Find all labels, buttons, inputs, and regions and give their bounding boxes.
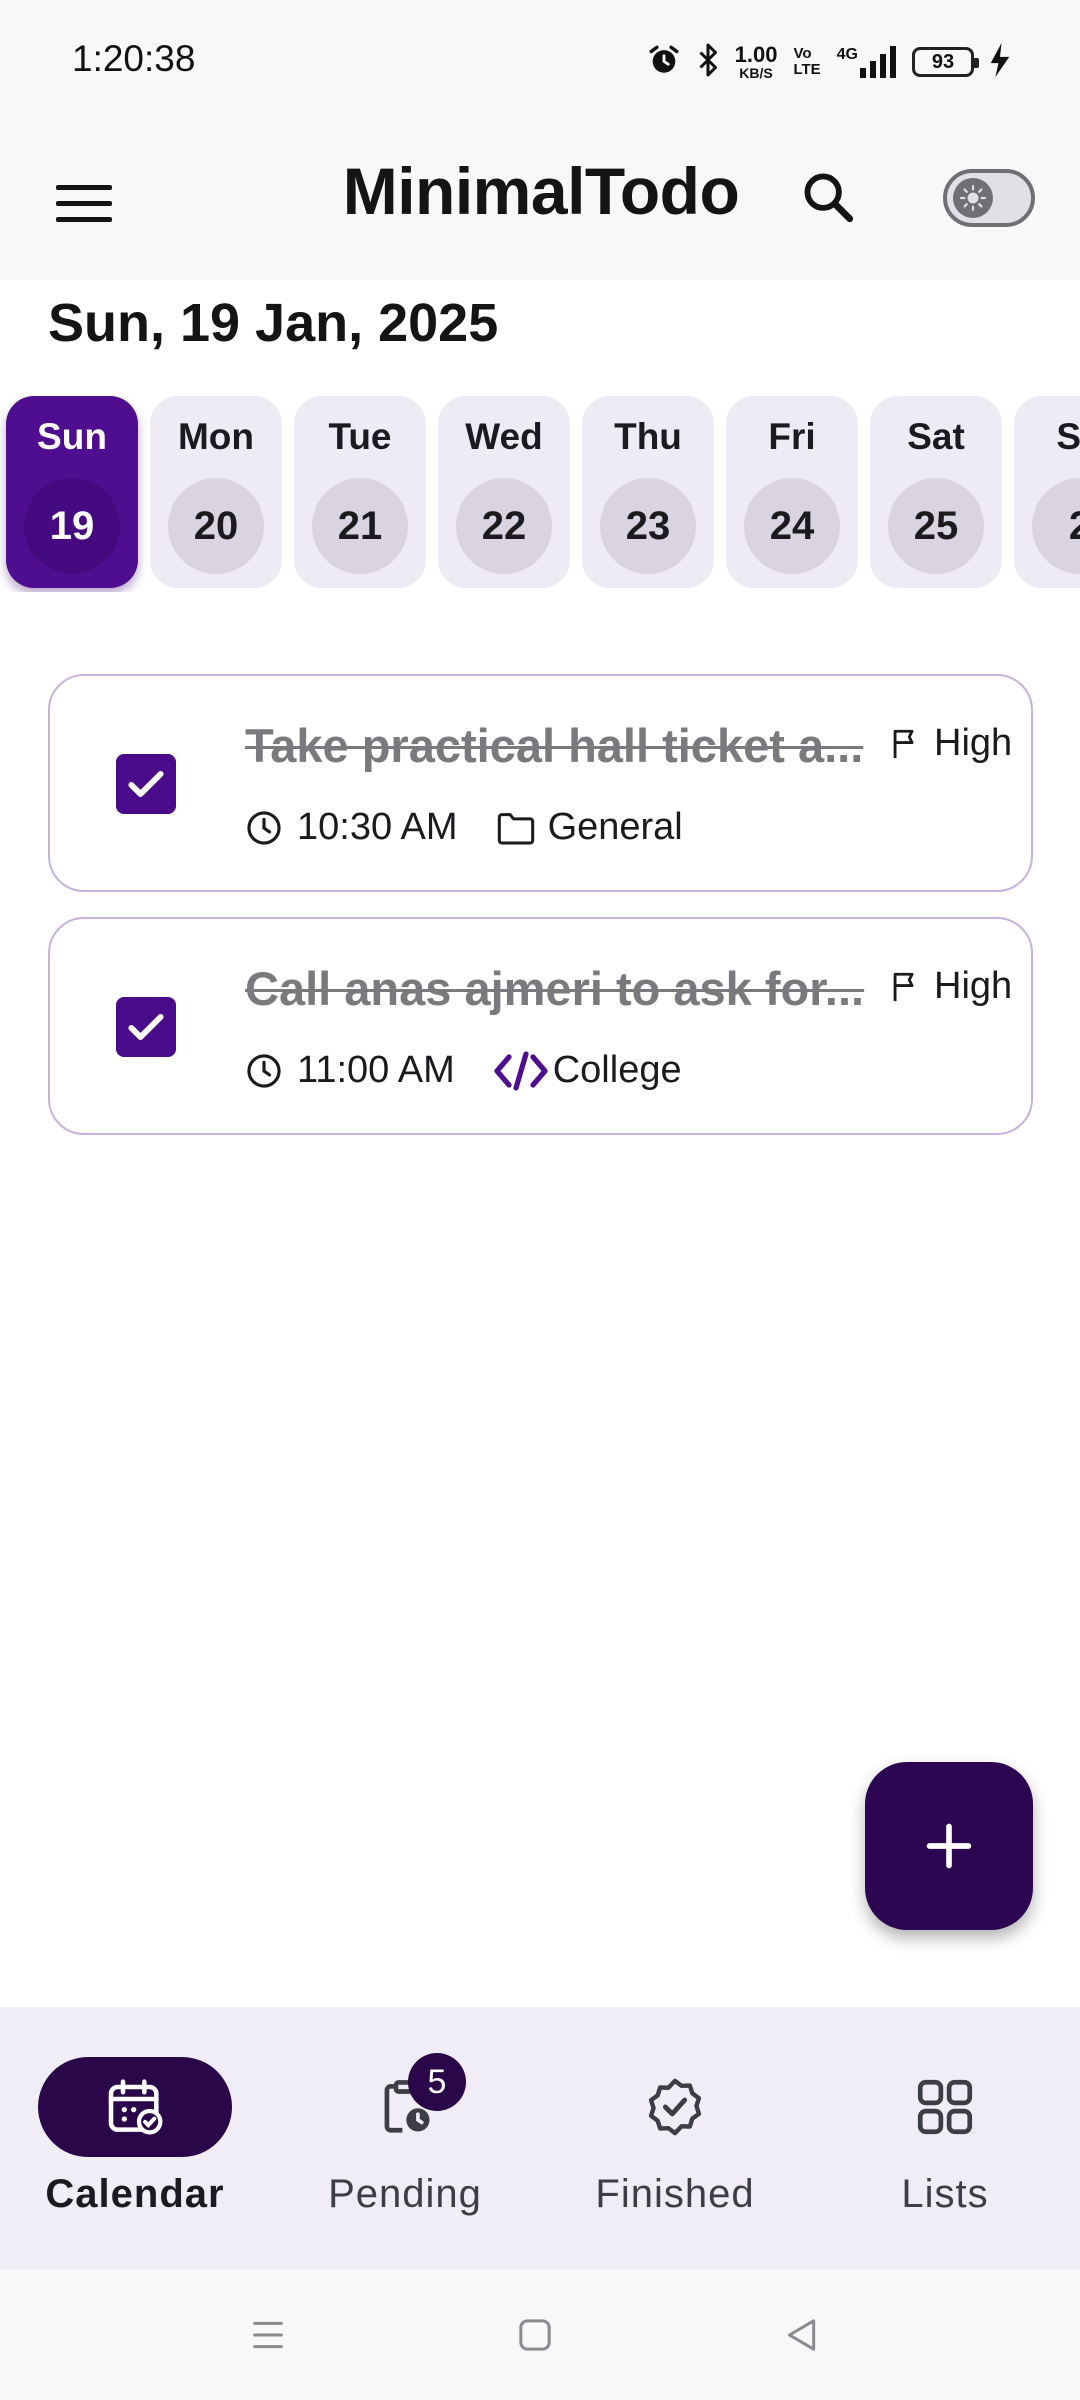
day-number: 23 xyxy=(600,478,696,574)
task-category: College xyxy=(493,1049,682,1092)
nav-label: Calendar xyxy=(45,2172,225,2216)
clock-icon xyxy=(247,810,281,845)
priority-label: High xyxy=(934,965,1013,1007)
sun-icon xyxy=(953,178,993,218)
nav-calendar[interactable]: Calendar xyxy=(0,2007,270,2270)
day-number: 19 xyxy=(24,478,120,574)
day-name: Thu xyxy=(614,416,682,457)
task-category-label: College xyxy=(552,1049,682,1091)
priority-label: High xyxy=(934,722,1013,764)
nav-label: Lists xyxy=(901,2172,989,2216)
day-name: Fri xyxy=(768,416,816,457)
check-icon xyxy=(128,770,164,798)
day-tue-21[interactable]: Tue 21 xyxy=(294,396,426,588)
day-name: Mon xyxy=(177,416,255,457)
grid-icon xyxy=(917,2079,973,2135)
bluetooth-icon xyxy=(697,42,719,83)
plus-icon xyxy=(926,1823,972,1869)
bottom-navigation: Calendar 5 Pending Finished Lists xyxy=(0,2007,1080,2270)
flag-icon xyxy=(893,729,914,758)
day-name: Sat xyxy=(907,416,965,457)
day-mon-20[interactable]: Mon 20 xyxy=(150,396,282,588)
folder-icon xyxy=(497,812,534,844)
day-number: 2 xyxy=(1032,478,1080,574)
nav-finished[interactable]: Finished xyxy=(540,2007,810,2270)
battery-indicator: 93 xyxy=(912,47,979,77)
nav-pending[interactable]: 5 Pending xyxy=(270,2007,540,2270)
volte-indicator: Vo LTE xyxy=(793,45,821,78)
app-title: MinimalTodo xyxy=(342,154,740,228)
clock-icon xyxy=(247,1053,281,1088)
alarm-icon xyxy=(647,42,681,83)
day-number: 20 xyxy=(168,478,264,574)
verified-badge-icon xyxy=(648,2078,702,2136)
task-category-label: General xyxy=(547,806,683,848)
task-meta: 10:30 AM General xyxy=(245,806,683,849)
theme-toggle[interactable] xyxy=(943,169,1035,227)
task-checkbox[interactable] xyxy=(116,754,176,814)
day-number: 25 xyxy=(888,478,984,574)
day-sun-19[interactable]: Sun 19 xyxy=(6,396,138,588)
network-speed: 1.00 KB/S xyxy=(734,42,778,81)
selected-date-heading: Sun, 19 Jan, 2025 xyxy=(48,293,499,353)
task-time: 10:30 AM xyxy=(245,806,458,849)
status-icons: 1.00 KB/S Vo LTE 4G 93 xyxy=(647,40,1010,84)
nav-lists[interactable]: Lists xyxy=(810,2007,1080,2270)
charging-icon xyxy=(990,42,1010,82)
task-checkbox[interactable] xyxy=(116,997,176,1057)
task-card[interactable]: Take practical hall ticket a... High 10:… xyxy=(48,674,1033,892)
code-icon xyxy=(494,1050,548,1091)
nav-calendar-indicator xyxy=(38,2057,232,2157)
day-name: Sun xyxy=(37,416,107,457)
back-button[interactable] xyxy=(770,2303,834,2367)
day-name: Wed xyxy=(465,416,543,457)
task-time-label: 11:00 AM xyxy=(297,1049,455,1091)
day-sat-25[interactable]: Sat 25 xyxy=(870,396,1002,588)
status-time: 1:20:38 xyxy=(72,38,196,79)
task-time: 11:00 AM xyxy=(245,1049,455,1092)
flag-icon xyxy=(893,972,914,1001)
back-icon xyxy=(788,2319,816,2351)
search-button[interactable] xyxy=(790,159,866,235)
task-card[interactable]: Call anas ajmeri to ask for... High 11:0… xyxy=(48,917,1033,1135)
nav-finished-indicator xyxy=(578,2057,772,2157)
nav-label: Finished xyxy=(595,2172,755,2216)
day-name: Su xyxy=(1056,416,1080,457)
day-sun-26[interactable]: Su 2 xyxy=(1014,396,1080,588)
day-number: 22 xyxy=(456,478,552,574)
day-fri-24[interactable]: Fri 24 xyxy=(726,396,858,588)
recent-apps-button[interactable] xyxy=(236,2303,300,2367)
task-title: Call anas ajmeri to ask for... xyxy=(245,962,865,1015)
status-bar: 1:20:38 1.00 KB/S Vo LTE 4G 93 xyxy=(0,0,1080,125)
task-category: General xyxy=(496,806,683,849)
task-priority: High xyxy=(888,722,1012,765)
check-icon xyxy=(128,1013,164,1041)
home-button[interactable] xyxy=(503,2303,567,2367)
day-number: 24 xyxy=(744,478,840,574)
day-thu-23[interactable]: Thu 23 xyxy=(582,396,714,588)
task-meta: 11:00 AM College xyxy=(245,1049,682,1092)
day-wed-22[interactable]: Wed 22 xyxy=(438,396,570,588)
pending-count-badge: 5 xyxy=(408,2053,466,2111)
signal-icon: 4G xyxy=(837,46,896,78)
home-icon xyxy=(519,2319,551,2351)
day-selector-strip[interactable]: Sun 19 Mon 20 Tue 21 Wed 22 Thu 23 Fri 2… xyxy=(0,396,1080,592)
day-number: 21 xyxy=(312,478,408,574)
calendar-icon xyxy=(108,2079,163,2135)
add-task-button[interactable] xyxy=(865,1762,1033,1930)
search-icon xyxy=(804,173,854,223)
app-bar: MinimalTodo xyxy=(0,125,1080,280)
system-navigation-bar xyxy=(0,2270,1080,2400)
nav-label: Pending xyxy=(328,2172,482,2216)
nav-lists-indicator xyxy=(848,2057,1042,2157)
nav-pending-indicator xyxy=(308,2057,502,2157)
task-title: Take practical hall ticket a... xyxy=(245,719,864,772)
day-name: Tue xyxy=(328,416,392,457)
task-time-label: 10:30 AM xyxy=(297,806,458,848)
recents-icon xyxy=(253,2321,283,2349)
task-priority: High xyxy=(888,965,1012,1008)
